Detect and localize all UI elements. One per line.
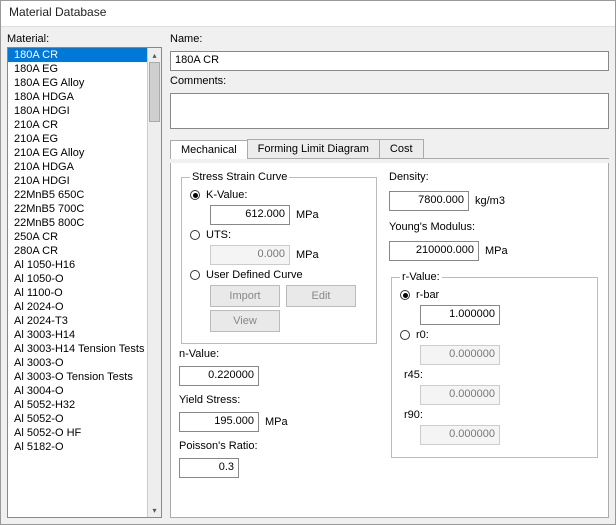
list-item[interactable]: Al 3003-O	[8, 356, 147, 370]
r90-field: 0.000000	[420, 425, 500, 445]
list-item[interactable]: 210A EG	[8, 132, 147, 146]
scroll-up-icon[interactable]: ▴	[148, 48, 161, 62]
list-item[interactable]: Al 5052-H32	[8, 398, 147, 412]
tab-mechanical[interactable]: Mechanical	[170, 140, 248, 159]
rbar-label: r-bar	[416, 289, 439, 301]
list-item[interactable]: Al 3003-H14 Tension Tests	[8, 342, 147, 356]
list-item[interactable]: Al 5052-O HF	[8, 426, 147, 440]
youngs-field[interactable]: 210000.000	[389, 241, 479, 261]
yield-label: Yield Stress:	[179, 394, 379, 406]
kvalue-label: K-Value:	[206, 189, 247, 201]
tab-cost[interactable]: Cost	[379, 139, 424, 158]
kvalue-field[interactable]: 612.000	[210, 205, 290, 225]
ssc-legend: Stress Strain Curve	[190, 171, 289, 183]
comments-field[interactable]	[170, 93, 609, 129]
stress-strain-group: Stress Strain Curve K-Value: 612.000 MPa…	[181, 171, 377, 344]
view-button[interactable]: View	[210, 310, 280, 332]
r0-field: 0.000000	[420, 345, 500, 365]
rbar-field[interactable]: 1.000000	[420, 305, 500, 325]
list-item[interactable]: 22MnB5 700C	[8, 202, 147, 216]
density-field[interactable]: 7800.000	[389, 191, 469, 211]
r45-label: r45:	[404, 369, 423, 381]
tab-bar: Mechanical Forming Limit Diagram Cost	[170, 139, 609, 159]
list-item[interactable]: 180A EG	[8, 62, 147, 76]
list-item[interactable]: Al 2024-T3	[8, 314, 147, 328]
material-label: Material:	[7, 33, 162, 45]
density-label: Density:	[389, 171, 600, 183]
scroll-thumb[interactable]	[149, 62, 160, 122]
list-item[interactable]: 180A CR	[8, 48, 147, 62]
name-field[interactable]: 180A CR	[170, 51, 609, 71]
kvalue-radio[interactable]	[190, 190, 200, 200]
yield-field[interactable]: 195.000	[179, 412, 259, 432]
import-button[interactable]: Import	[210, 285, 280, 307]
window-body: Material: 180A CR180A EG180A EG Alloy180…	[1, 27, 615, 524]
kvalue-unit: MPa	[296, 209, 319, 221]
list-item[interactable]: 180A HDGI	[8, 104, 147, 118]
list-item[interactable]: 210A HDGI	[8, 174, 147, 188]
list-item[interactable]: Al 2024-O	[8, 300, 147, 314]
uts-label: UTS:	[206, 229, 231, 241]
list-item[interactable]: 180A EG Alloy	[8, 76, 147, 90]
detail-panel: Name: 180A CR Comments: Mechanical Formi…	[170, 33, 609, 518]
nvalue-label: n-Value:	[179, 348, 379, 360]
list-item[interactable]: Al 1050-O	[8, 272, 147, 286]
uts-field: 0.000	[210, 245, 290, 265]
density-unit: kg/m3	[475, 195, 505, 207]
rbar-radio[interactable]	[400, 290, 410, 300]
list-item[interactable]: 22MnB5 800C	[8, 216, 147, 230]
material-scrollbar[interactable]: ▴ ▾	[147, 48, 161, 517]
scroll-down-icon[interactable]: ▾	[148, 503, 161, 517]
uts-radio[interactable]	[190, 230, 200, 240]
list-item[interactable]: 210A HDGA	[8, 160, 147, 174]
r45-field: 0.000000	[420, 385, 500, 405]
list-item[interactable]: 180A HDGA	[8, 90, 147, 104]
list-item[interactable]: Al 1050-H16	[8, 258, 147, 272]
list-item[interactable]: Al 1100-O	[8, 286, 147, 300]
list-item[interactable]: Al 3004-O	[8, 384, 147, 398]
r0-label: r0:	[416, 329, 429, 341]
list-item[interactable]: 210A CR	[8, 118, 147, 132]
list-item[interactable]: Al 5182-O	[8, 440, 147, 454]
list-item[interactable]: Al 3003-O Tension Tests	[8, 370, 147, 384]
r90-label: r90:	[404, 409, 423, 421]
user-curve-radio[interactable]	[190, 270, 200, 280]
mechanical-panel: Stress Strain Curve K-Value: 612.000 MPa…	[170, 163, 609, 518]
list-item[interactable]: Al 3003-H14	[8, 328, 147, 342]
window-title: Material Database	[1, 1, 615, 27]
uts-unit: MPa	[296, 249, 319, 261]
poisson-label: Poisson's Ratio:	[179, 440, 379, 452]
poisson-field[interactable]: 0.3	[179, 458, 239, 478]
youngs-unit: MPa	[485, 245, 508, 257]
rvalue-group: r-Value: r-bar 1.000000 r0:	[391, 271, 598, 458]
material-listbox[interactable]: 180A CR180A EG180A EG Alloy180A HDGA180A…	[7, 47, 162, 518]
list-item[interactable]: 210A EG Alloy	[8, 146, 147, 160]
material-list-panel: Material: 180A CR180A EG180A EG Alloy180…	[7, 33, 162, 518]
list-item[interactable]: 250A CR	[8, 230, 147, 244]
nvalue-field[interactable]: 0.220000	[179, 366, 259, 386]
comments-label: Comments:	[170, 75, 609, 87]
list-item[interactable]: Al 5052-O	[8, 412, 147, 426]
tab-fld[interactable]: Forming Limit Diagram	[247, 139, 380, 158]
material-database-window: Material Database Material: 180A CR180A …	[0, 0, 616, 525]
user-curve-label: User Defined Curve	[206, 269, 303, 281]
r0-radio[interactable]	[400, 330, 410, 340]
rvalue-legend: r-Value:	[400, 271, 442, 283]
yield-unit: MPa	[265, 416, 288, 428]
edit-button[interactable]: Edit	[286, 285, 356, 307]
youngs-label: Young's Modulus:	[389, 221, 600, 233]
list-item[interactable]: 280A CR	[8, 244, 147, 258]
name-label: Name:	[170, 33, 609, 45]
list-item[interactable]: 22MnB5 650C	[8, 188, 147, 202]
